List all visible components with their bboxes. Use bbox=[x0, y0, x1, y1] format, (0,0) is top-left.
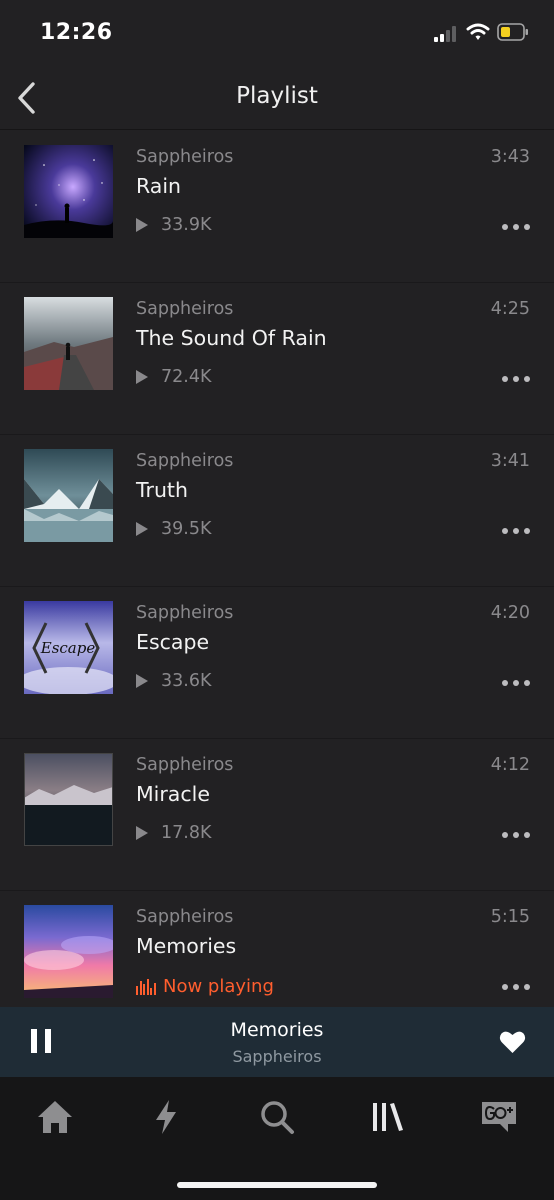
more-options-button[interactable] bbox=[502, 981, 530, 993]
play-count-value: 72.4K bbox=[161, 367, 212, 387]
play-count: 39.5K bbox=[136, 519, 211, 539]
track-row-the-sound-of-rain[interactable]: Sappheiros The Sound Of Rain 4:25 72.4K bbox=[0, 283, 554, 435]
track-artist: Sappheiros bbox=[136, 603, 234, 623]
album-artwork bbox=[24, 753, 113, 846]
nav-bar: Playlist bbox=[0, 66, 554, 130]
battery-icon bbox=[497, 23, 529, 41]
home-indicator bbox=[177, 1182, 377, 1188]
track-row-escape[interactable]: Escape Sappheiros Escape 4:20 33.6K bbox=[0, 587, 554, 739]
like-button[interactable] bbox=[499, 1030, 526, 1054]
play-icon bbox=[136, 522, 148, 536]
track-title: Escape bbox=[136, 630, 210, 654]
tab-library[interactable] bbox=[361, 1095, 415, 1139]
screen: 12:26 Playlist Sappheiros Rain 3:43 33.9… bbox=[0, 0, 554, 1200]
play-count: 33.6K bbox=[136, 671, 211, 691]
status-bar: 12:26 bbox=[0, 0, 554, 66]
page-title: Playlist bbox=[236, 83, 318, 109]
more-options-button[interactable] bbox=[502, 525, 530, 537]
track-list: Sappheiros Rain 3:43 33.9K Sappheiros Th… bbox=[0, 131, 554, 1007]
stream-bolt-icon bbox=[156, 1100, 176, 1134]
artwork-text: Escape bbox=[40, 639, 96, 657]
track-row-truth[interactable]: Sappheiros Truth 3:41 39.5K bbox=[0, 435, 554, 587]
tab-go-plus[interactable] bbox=[472, 1095, 526, 1139]
play-icon bbox=[136, 370, 148, 384]
more-options-button[interactable] bbox=[502, 829, 530, 841]
heart-icon bbox=[499, 1031, 526, 1053]
track-row-rain[interactable]: Sappheiros Rain 3:43 33.9K bbox=[0, 131, 554, 283]
tab-stream[interactable] bbox=[139, 1095, 193, 1139]
tab-search[interactable] bbox=[250, 1095, 304, 1139]
track-artist: Sappheiros bbox=[136, 451, 234, 471]
tab-home[interactable] bbox=[28, 1095, 82, 1139]
now-playing-label: Now playing bbox=[163, 976, 274, 997]
play-icon bbox=[136, 826, 148, 840]
track-artist: Sappheiros bbox=[136, 147, 234, 167]
album-artwork bbox=[24, 905, 113, 998]
equalizer-icon bbox=[136, 978, 157, 995]
track-duration: 4:12 bbox=[490, 755, 530, 775]
home-icon bbox=[38, 1101, 72, 1133]
track-row-miracle[interactable]: Sappheiros Miracle 4:12 17.8K bbox=[0, 739, 554, 891]
play-count-value: 33.9K bbox=[161, 215, 212, 235]
track-artist: Sappheiros bbox=[136, 755, 234, 775]
more-options-button[interactable] bbox=[502, 373, 530, 385]
play-count-value: 17.8K bbox=[161, 823, 212, 843]
play-count: 33.9K bbox=[136, 215, 211, 235]
track-artist: Sappheiros bbox=[136, 907, 234, 927]
track-title: Truth bbox=[136, 478, 188, 502]
mini-player[interactable]: Memories Sappheiros bbox=[0, 1007, 554, 1077]
track-duration: 4:20 bbox=[490, 603, 530, 623]
play-icon bbox=[136, 674, 148, 688]
track-title: Miracle bbox=[136, 782, 210, 806]
mini-player-title: Memories bbox=[230, 1019, 324, 1041]
track-title: Rain bbox=[136, 174, 182, 198]
more-options-button[interactable] bbox=[502, 221, 530, 233]
search-icon bbox=[261, 1101, 294, 1134]
cellular-signal-icon bbox=[434, 25, 460, 42]
play-count: 17.8K bbox=[136, 823, 211, 843]
mini-player-artist: Sappheiros bbox=[232, 1047, 322, 1066]
play-count-value: 33.6K bbox=[161, 671, 212, 691]
track-title: The Sound Of Rain bbox=[136, 326, 327, 350]
album-artwork bbox=[24, 449, 113, 542]
wifi-icon bbox=[466, 22, 490, 42]
track-duration: 5:15 bbox=[490, 907, 530, 927]
track-row-memories[interactable]: Sappheiros Memories 5:15 Now playing bbox=[0, 891, 554, 1007]
album-artwork bbox=[24, 297, 113, 390]
track-title: Memories bbox=[136, 934, 237, 958]
library-icon bbox=[373, 1103, 403, 1131]
now-playing-indicator: Now playing bbox=[136, 976, 274, 997]
play-icon bbox=[136, 218, 148, 232]
track-duration: 4:25 bbox=[490, 299, 530, 319]
go-plus-icon bbox=[482, 1102, 516, 1132]
play-count-value: 39.5K bbox=[161, 519, 212, 539]
track-duration: 3:43 bbox=[490, 147, 530, 167]
album-artwork: Escape bbox=[24, 601, 113, 694]
status-time: 12:26 bbox=[40, 20, 113, 45]
play-count: 72.4K bbox=[136, 367, 211, 387]
album-artwork bbox=[24, 145, 113, 238]
more-options-button[interactable] bbox=[502, 677, 530, 689]
track-artist: Sappheiros bbox=[136, 299, 234, 319]
track-duration: 3:41 bbox=[490, 451, 530, 471]
